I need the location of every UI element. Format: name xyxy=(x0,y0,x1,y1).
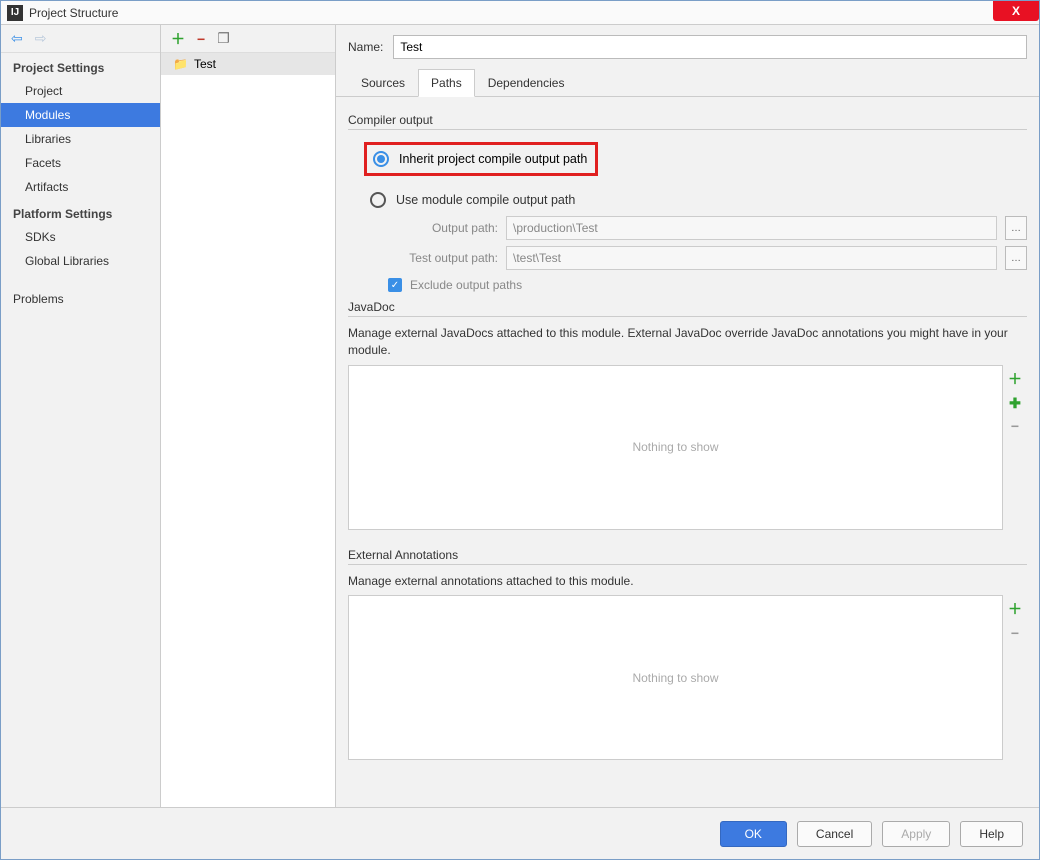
sidebar-item-modules[interactable]: Modules xyxy=(1,103,160,127)
help-button[interactable]: Help xyxy=(960,821,1023,847)
main-area: ⇦ ⇨ Project Settings Project Modules Lib… xyxy=(1,25,1039,807)
radio-row-usemodule[interactable]: Use module compile output path xyxy=(370,192,1027,208)
module-item-test[interactable]: 📁 Test xyxy=(161,53,335,75)
annotations-desc: Manage external annotations attached to … xyxy=(348,573,1027,590)
test-output-path-browse[interactable]: … xyxy=(1005,246,1027,270)
test-output-path-label: Test output path: xyxy=(388,251,498,265)
javadoc-tools: ＋ ✚ − xyxy=(1003,365,1027,530)
exclude-checkbox[interactable]: ✓ xyxy=(388,278,402,292)
sidebar-item-problems[interactable]: Problems xyxy=(1,287,160,311)
section-platform-settings: Platform Settings xyxy=(1,199,160,225)
close-icon: X xyxy=(1012,4,1020,18)
sidebar-item-project[interactable]: Project xyxy=(1,79,160,103)
radio-inherit[interactable] xyxy=(373,151,389,167)
paths-tab-content: Compiler output Inherit project compile … xyxy=(336,97,1039,807)
radio-use-module[interactable] xyxy=(370,192,386,208)
ok-button[interactable]: OK xyxy=(720,821,787,847)
name-row: Name: xyxy=(336,25,1039,69)
sidebar-item-libraries[interactable]: Libraries xyxy=(1,127,160,151)
remove-module-icon[interactable]: − xyxy=(197,31,205,47)
window-title: Project Structure xyxy=(29,6,118,20)
divider xyxy=(348,564,1027,565)
annotations-empty: Nothing to show xyxy=(632,671,718,685)
javadoc-add-icon[interactable]: ＋ xyxy=(1008,369,1022,389)
output-path-label: Output path: xyxy=(388,221,498,235)
module-item-label: Test xyxy=(194,57,216,71)
module-name-field[interactable] xyxy=(393,35,1027,59)
project-structure-dialog: IJ Project Structure X ⇦ ⇨ Project Setti… xyxy=(0,0,1040,860)
exclude-label: Exclude output paths xyxy=(410,278,522,292)
output-path-field: \production\Test xyxy=(506,216,997,240)
module-toolbar: ＋ − ❐ xyxy=(161,25,335,53)
sidebar-item-sdks[interactable]: SDKs xyxy=(1,225,160,249)
test-output-path-row: Test output path: \test\Test … xyxy=(388,246,1027,270)
annotations-listbox-wrap: Nothing to show ＋ − xyxy=(348,595,1027,760)
sidebar: ⇦ ⇨ Project Settings Project Modules Lib… xyxy=(1,25,161,807)
inherit-highlight: Inherit project compile output path xyxy=(364,142,598,176)
annotations-remove-icon[interactable]: − xyxy=(1011,625,1019,641)
module-content: Name: Sources Paths Dependencies Compile… xyxy=(336,25,1039,807)
sidebar-item-facets[interactable]: Facets xyxy=(1,151,160,175)
javadoc-listbox[interactable]: Nothing to show xyxy=(348,365,1003,530)
copy-module-icon[interactable]: ❐ xyxy=(217,30,230,47)
folder-icon: 📁 xyxy=(173,57,188,71)
sidebar-item-artifacts[interactable]: Artifacts xyxy=(1,175,160,199)
javadoc-desc: Manage external JavaDocs attached to thi… xyxy=(348,325,1027,359)
annotations-add-icon[interactable]: ＋ xyxy=(1008,599,1022,619)
sidebar-nav-arrows: ⇦ ⇨ xyxy=(1,25,160,53)
app-icon: IJ xyxy=(7,5,23,21)
javadoc-add-url-icon[interactable]: ✚ xyxy=(1009,395,1021,412)
annotations-listbox[interactable]: Nothing to show xyxy=(348,595,1003,760)
apply-button[interactable]: Apply xyxy=(882,821,950,847)
tab-paths[interactable]: Paths xyxy=(418,69,475,97)
javadoc-empty: Nothing to show xyxy=(632,440,718,454)
titlebar: IJ Project Structure X xyxy=(1,1,1039,25)
add-module-icon[interactable]: ＋ xyxy=(171,29,185,49)
exclude-row[interactable]: ✓ Exclude output paths xyxy=(388,278,1027,292)
dialog-footer: OK Cancel Apply Help xyxy=(1,807,1039,859)
annotations-tools: ＋ − xyxy=(1003,595,1027,760)
javadoc-title: JavaDoc xyxy=(348,300,1027,314)
tabs: Sources Paths Dependencies xyxy=(336,69,1039,97)
back-icon[interactable]: ⇦ xyxy=(11,30,23,47)
radio-use-module-label: Use module compile output path xyxy=(396,193,575,207)
annotations-title: External Annotations xyxy=(348,548,1027,562)
output-path-browse[interactable]: … xyxy=(1005,216,1027,240)
divider xyxy=(348,316,1027,317)
compiler-output-title: Compiler output xyxy=(348,113,1027,127)
section-project-settings: Project Settings xyxy=(1,53,160,79)
output-path-row: Output path: \production\Test … xyxy=(388,216,1027,240)
divider xyxy=(348,129,1027,130)
tab-sources[interactable]: Sources xyxy=(348,69,418,96)
close-button[interactable]: X xyxy=(993,1,1039,21)
module-tree[interactable]: 📁 Test xyxy=(161,53,335,807)
cancel-button[interactable]: Cancel xyxy=(797,821,872,847)
radio-inherit-label: Inherit project compile output path xyxy=(399,152,587,166)
module-list-panel: ＋ − ❐ 📁 Test xyxy=(161,25,336,807)
javadoc-listbox-wrap: Nothing to show ＋ ✚ − xyxy=(348,365,1027,530)
sidebar-item-global-libraries[interactable]: Global Libraries xyxy=(1,249,160,273)
tab-dependencies[interactable]: Dependencies xyxy=(475,69,578,96)
forward-icon[interactable]: ⇨ xyxy=(35,30,47,47)
javadoc-remove-icon[interactable]: − xyxy=(1011,418,1019,434)
test-output-path-field: \test\Test xyxy=(506,246,997,270)
name-label: Name: xyxy=(348,40,383,54)
